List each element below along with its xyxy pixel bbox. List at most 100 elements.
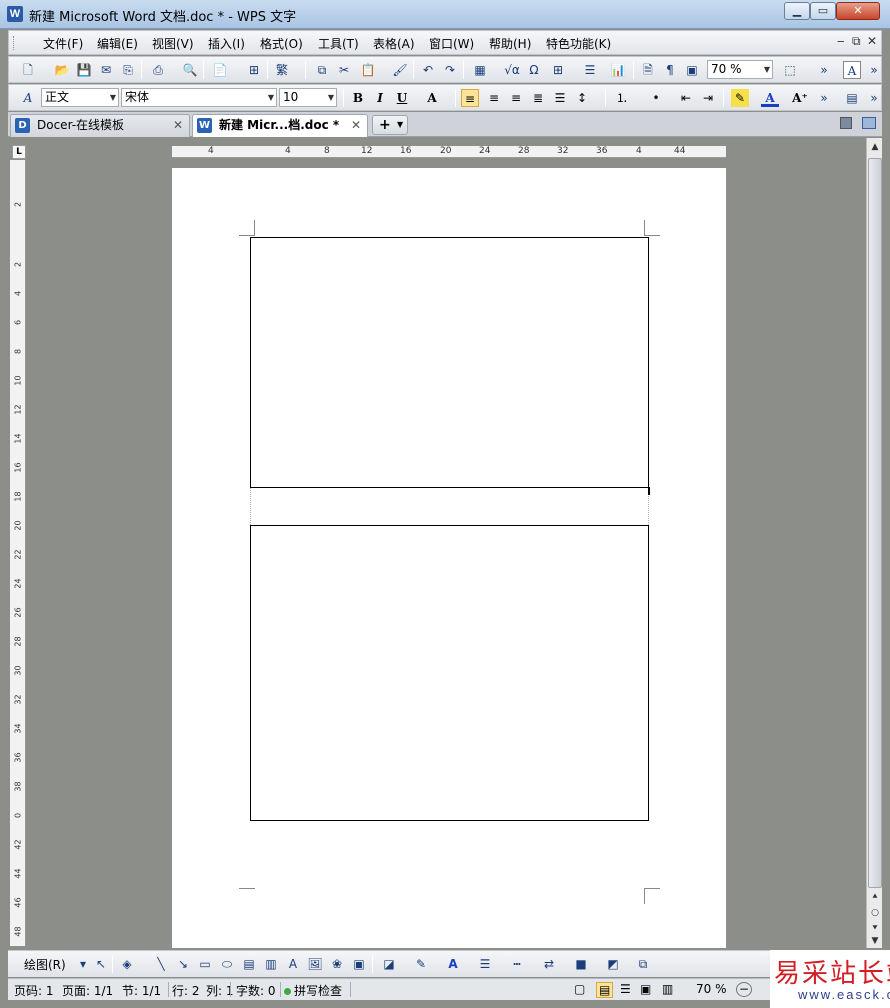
maximize-button[interactable]: ▭ — [810, 2, 836, 20]
style-select[interactable]: 正文 ▼ — [41, 88, 119, 107]
open-folder-icon[interactable]: 📂 — [53, 61, 71, 79]
status-page-number[interactable]: 页码: 1 — [14, 982, 54, 999]
wordart-icon[interactable]: A — [284, 955, 302, 973]
distributed-icon[interactable]: ☰ — [551, 89, 569, 107]
traditional-chinese-icon[interactable]: 繁 — [273, 61, 291, 79]
font-color-icon[interactable]: A — [444, 955, 462, 973]
fill-color-icon[interactable]: ◪ — [380, 955, 398, 973]
arrange-icon[interactable]: ⧉ — [634, 955, 652, 973]
copy-icon[interactable]: ⧉ — [313, 61, 331, 79]
styles-icon[interactable]: A — [19, 89, 37, 107]
document-map-icon[interactable]: 🗎 — [639, 61, 657, 79]
toolbar-overflow-icon[interactable]: » — [815, 61, 833, 79]
columns-icon[interactable]: ☰ — [581, 61, 599, 79]
tab-current-document[interactable]: W 新建 Micr...档.doc * ✕ — [192, 114, 368, 137]
dash-style-icon[interactable]: ┅ — [508, 955, 526, 973]
zoom-select[interactable]: 70 % ▼ — [707, 60, 773, 79]
print-icon[interactable]: ⎙ — [149, 61, 167, 79]
send-mail-icon[interactable]: ✉ — [97, 61, 115, 79]
scrollbar-thumb[interactable] — [868, 158, 882, 888]
print-preview-icon[interactable]: 🔍 — [181, 61, 199, 79]
picture-icon[interactable]: 🖼 — [306, 955, 324, 973]
menu-insert[interactable]: 插入(I) — [208, 35, 245, 52]
arrow-style-icon[interactable]: ⇄ — [540, 955, 558, 973]
toolbar-overflow-icon[interactable]: » — [865, 89, 883, 107]
underline-button[interactable]: U — [393, 89, 411, 107]
formula-icon[interactable]: √α — [503, 61, 521, 79]
line-style-icon[interactable]: ☰ — [476, 955, 494, 973]
document-icon[interactable]: 📄 — [211, 61, 229, 79]
page-layout-icon[interactable]: ⊞ — [245, 61, 263, 79]
align-right-icon[interactable]: ≡ — [507, 89, 525, 107]
tab-list-icon[interactable] — [840, 117, 852, 129]
insert-table-icon[interactable]: ▦ — [471, 61, 489, 79]
menu-window[interactable]: 窗口(W) — [429, 35, 474, 52]
text-box-bottom[interactable] — [250, 525, 649, 821]
spellcheck-toggle[interactable]: 拼写检查 — [284, 982, 342, 999]
save-icon[interactable]: 💾 — [75, 61, 93, 79]
tab-stop-selector[interactable]: L — [12, 145, 26, 159]
insert-image-icon[interactable]: ▣ — [350, 955, 368, 973]
chevron-down-icon[interactable]: ▾ — [74, 955, 92, 973]
new-tab-button[interactable]: + ▼ — [372, 115, 408, 135]
text-effects-icon[interactable]: A — [423, 89, 441, 107]
toolbar-overflow-icon[interactable]: » — [815, 89, 833, 107]
outline-view-icon[interactable]: ☰ — [620, 982, 631, 996]
clipart-icon[interactable]: ❀ — [328, 955, 346, 973]
undo-icon[interactable]: ↶ — [419, 61, 437, 79]
show-hide-marks-icon[interactable]: ¶ — [661, 61, 679, 79]
line-icon[interactable]: ╲ — [152, 955, 170, 973]
3d-style-icon[interactable]: ◩ — [604, 955, 622, 973]
redo-icon[interactable]: ↷ — [441, 61, 459, 79]
rectangle-icon[interactable]: ▭ — [196, 955, 214, 973]
symbol-icon[interactable]: Ω — [525, 61, 543, 79]
menu-edit[interactable]: 编辑(E) — [97, 35, 138, 52]
vertical-text-box-icon[interactable]: ▥ — [262, 955, 280, 973]
page-view-icon[interactable]: ▢ — [574, 982, 585, 996]
highlight-icon[interactable]: ✎ — [731, 89, 749, 107]
align-left-icon[interactable]: ≡ — [461, 89, 479, 107]
autoshapes-icon[interactable]: ◈ — [118, 955, 136, 973]
format-painter-icon[interactable]: 🖌 — [391, 61, 409, 79]
italic-button[interactable]: I — [371, 89, 389, 107]
select-objects-icon[interactable]: ↖ — [92, 955, 110, 973]
table-grid-icon[interactable]: ⊞ — [549, 61, 567, 79]
menu-view[interactable]: 视图(V) — [152, 35, 194, 52]
task-pane-icon[interactable]: ▤ — [843, 89, 861, 107]
status-zoom[interactable]: 70 % — [696, 982, 727, 996]
text-box-top[interactable] — [250, 237, 649, 488]
document-page[interactable] — [172, 168, 726, 948]
browse-object-icon[interactable]: ○ — [868, 906, 882, 920]
bold-button[interactable]: B — [349, 89, 367, 107]
doc-minimize-button[interactable]: ‒ — [837, 34, 845, 48]
numbered-list-icon[interactable]: ⒈ — [613, 89, 631, 107]
zoom-out-icon[interactable]: − — [736, 982, 752, 997]
close-button[interactable]: ✕ — [836, 2, 880, 20]
menu-special-features[interactable]: 特色功能(K) — [546, 35, 611, 52]
close-tab-icon[interactable]: ✕ — [173, 115, 183, 136]
minimize-button[interactable]: ▁ — [784, 2, 810, 20]
decrease-indent-icon[interactable]: ⇤ — [677, 89, 695, 107]
wps-writer-app-icon[interactable]: W — [7, 6, 23, 22]
increase-indent-icon[interactable]: ⇥ — [699, 89, 717, 107]
shadow-icon[interactable]: ■ — [572, 955, 590, 973]
text-box-icon[interactable]: ▤ — [240, 955, 258, 973]
scroll-up-icon[interactable]: ▲ — [868, 140, 882, 154]
status-word-count[interactable]: 字数: 0 — [236, 982, 276, 999]
print-layout-icon[interactable]: ▤ — [596, 982, 614, 998]
tab-docer-templates[interactable]: D Docer-在线模板 ✕ — [10, 114, 190, 137]
menu-table[interactable]: 表格(A) — [373, 35, 415, 52]
text-box-icon[interactable]: A — [843, 61, 861, 79]
reading-mode-icon[interactable]: ▣ — [683, 61, 701, 79]
export-pdf-icon[interactable]: ⎘ — [119, 61, 137, 79]
new-document-icon[interactable]: 🗋 — [19, 61, 37, 79]
font-size-select[interactable]: 10 ▼ — [279, 88, 337, 107]
paste-icon[interactable]: 📋 — [359, 61, 377, 79]
horizontal-ruler[interactable]: 4 4 8 12 16 20 24 28 32 36 4 44 — [172, 146, 726, 158]
previous-page-icon[interactable]: ⯅ — [868, 890, 882, 904]
font-select[interactable]: 宋体 ▼ — [121, 88, 277, 107]
line-spacing-icon[interactable]: ↕ — [573, 89, 591, 107]
status-section[interactable]: 节: 1/1 — [122, 982, 161, 999]
menu-file[interactable]: 文件(F) — [43, 35, 83, 52]
menu-help[interactable]: 帮助(H) — [489, 35, 531, 52]
